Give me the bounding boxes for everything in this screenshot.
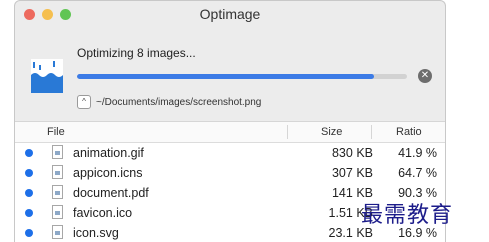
file-icon — [52, 185, 63, 199]
file-size: 307 KB — [331, 166, 373, 180]
status-dot — [25, 169, 33, 177]
table-row[interactable]: animation.gif 830 KB 41.9 % — [15, 143, 445, 163]
file-ratio: 41.9 % — [398, 146, 437, 160]
watermark-text: 最需教育 — [361, 203, 454, 228]
status-dot — [25, 189, 33, 197]
progress-bar-fill — [77, 74, 374, 79]
file-name: favicon.ico — [73, 206, 133, 220]
file-name: animation.gif — [73, 146, 144, 160]
titlebar: Optimage — [15, 1, 445, 27]
file-name: document.pdf — [73, 186, 149, 200]
window-title: Optimage — [199, 6, 261, 22]
file-size: 830 KB — [331, 146, 373, 160]
file-ratio: 64.7 % — [398, 166, 437, 180]
column-divider[interactable] — [371, 125, 372, 139]
status-dot — [25, 149, 33, 157]
column-header-size[interactable]: Size — [321, 126, 342, 138]
table-header: File Size Ratio — [15, 122, 445, 143]
column-divider[interactable] — [287, 125, 288, 139]
column-header-file[interactable]: File — [47, 126, 65, 138]
status-dot — [25, 209, 33, 217]
column-header-ratio[interactable]: Ratio — [396, 126, 422, 138]
current-file-path: ~/Documents/images/screenshot.png — [96, 96, 262, 108]
file-name: appicon.icns — [73, 166, 143, 180]
stop-button[interactable]: ✕ — [418, 69, 432, 83]
file-name: icon.svg — [73, 226, 119, 240]
file-icon — [52, 145, 63, 159]
current-file-path-row: ^ ~/Documents/images/screenshot.png — [77, 95, 261, 109]
app-icon — [31, 59, 63, 93]
file-icon — [52, 165, 63, 179]
status-text: Optimizing 8 images... — [77, 46, 196, 60]
status-dot — [25, 229, 33, 237]
file-icon — [52, 225, 63, 239]
disclosure-button[interactable]: ^ — [77, 95, 91, 109]
progress-bar — [77, 74, 407, 79]
table-row[interactable]: appicon.icns 307 KB 64.7 % — [15, 163, 445, 183]
file-icon — [52, 205, 63, 219]
